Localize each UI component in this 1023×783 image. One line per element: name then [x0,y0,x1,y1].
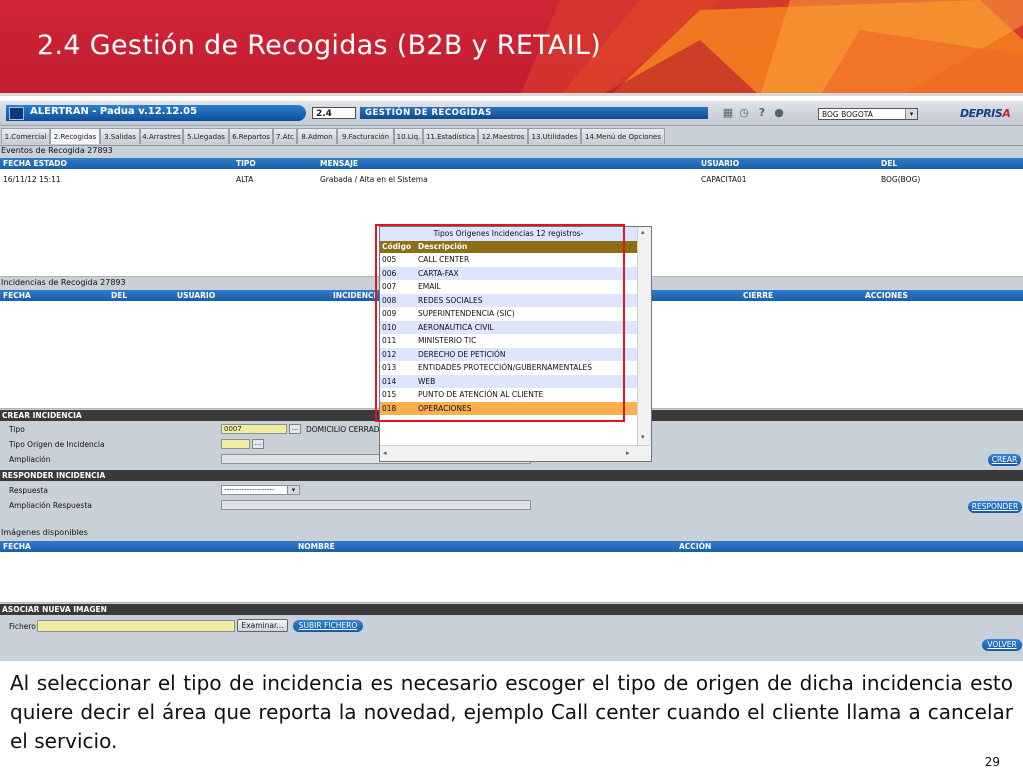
slide-header: 2.4 Gestión de Recogidas (B2B y RETAIL) [0,0,1023,96]
respuesta-select-value: -------------------- [224,486,275,494]
column-header: FECHA ESTADO [3,159,67,168]
scroll-right-icon[interactable]: ▸ [626,449,630,457]
eventos-table-header: FECHA ESTADO TIPO MENSAJE USUARIO DEL [0,158,1023,169]
imagenes-label: Imágenes disponibles [1,528,88,537]
tipo-input[interactable]: 0007 [221,424,287,434]
column-header: NOMBRE [298,542,335,551]
responder-button[interactable]: RESPONDER [968,501,1022,513]
section-title: CREAR INCIDENCIA [2,411,82,420]
module-tabs: 1.Comercial 2.Recogidas 3.Salidas 4.Arra… [0,126,1023,146]
tab-recogidas[interactable]: 2.Recogidas [50,128,100,144]
tab-liq[interactable]: 10.Liq. [394,128,423,144]
respuesta-select[interactable]: -------------------- ▾ [221,485,300,495]
fichero-input[interactable] [37,620,235,632]
section-title: RESPONDER INCIDENCIA [2,471,106,480]
examinar-button[interactable]: Examinar... [237,619,288,632]
tab-menu-opciones[interactable]: 14.Menú de Opciones [581,128,665,144]
ampliacion-respuesta-label: Ampliación Respuesta [9,501,92,510]
column-header: DEL [111,291,128,300]
screen-title: GESTIÓN DE RECOGIDAS [360,107,708,119]
tab-estadistica[interactable]: 11.Estadística [423,128,478,144]
tab-admon[interactable]: 8.Admon [297,128,337,144]
crear-button[interactable]: CREAR [988,454,1021,466]
tipo-origen-input[interactable] [221,439,250,449]
horizontal-scrollbar[interactable]: ◂ ▸ [380,445,650,461]
tab-arrastres[interactable]: 4.Arrastres [140,128,183,144]
screen-code-field[interactable]: 2.4 [312,107,356,119]
brand-logo-accent: A [1002,107,1011,120]
tab-maestros[interactable]: 12.Maestros [478,128,528,144]
highlight-outline [375,224,625,422]
ampliacion-respuesta-input[interactable] [221,500,531,510]
asociar-imagen-header: ASOCIAR NUEVA IMAGEN [0,604,1023,615]
column-header: MENSAJE [320,159,358,168]
subir-fichero-button[interactable]: SUBIR FICHERO [293,620,363,632]
calendar-icon[interactable]: ▦ [722,107,734,119]
eventos-label: Eventos de Recogida 27893 [1,146,113,155]
user-icon[interactable]: ● [773,107,785,119]
app-name: ALERTRAN - Padua v.12.12.05 [30,106,198,117]
row-fecha: 16/11/12 15:11 [3,175,61,184]
tab-repartos[interactable]: 6.Repartos [229,128,273,144]
row-mensaje: Grabada / Alta en el Sistema [320,175,428,184]
section-title: ASOCIAR NUEVA IMAGEN [2,605,107,614]
scroll-up-icon[interactable]: ▴ [641,228,645,236]
tab-llegadas[interactable]: 5.Llegadas [183,128,229,144]
chevron-down-icon: ▾ [905,109,917,119]
incidencias-label: Incidencias de Recogida 27893 [1,278,126,287]
brand-logo: DEPRISA [960,107,1011,120]
app-titlebar: ALERTRAN - Padua v.12.12.05 2.4 GESTIÓN … [0,101,1023,126]
slide-title: 2.4 Gestión de Recogidas (B2B y RETAIL) [37,30,602,61]
column-header: USUARIO [701,159,740,168]
scroll-left-icon[interactable]: ◂ [383,449,387,457]
column-header: FECHA [3,542,31,551]
column-header: DEL [881,159,898,168]
ampliacion-label: Ampliación [9,455,51,464]
clock-icon[interactable]: ◷ [738,107,750,119]
column-header: ACCIÓN [679,542,712,551]
column-header: INCIDENCI [333,291,377,300]
imagenes-table-body [0,552,1023,603]
tipo-description: DOMICILIO CERRAD [306,425,380,434]
column-header: USUARIO [177,291,216,300]
responder-incidencia-header: RESPONDER INCIDENCIA [0,470,1023,481]
app-logo-icon [9,107,24,120]
tab-facturacion[interactable]: 9.Facturación [337,128,394,144]
city-select-value: BOG BOGOTA [822,110,873,119]
help-icon[interactable]: ? [756,107,768,119]
header-divider [0,93,1023,96]
tipo-label: Tipo [9,425,25,434]
row-del: BOG(BOG) [881,175,921,184]
respuesta-label: Respuesta [9,486,48,495]
app-window: ALERTRAN - Padua v.12.12.05 2.4 GESTIÓN … [0,101,1023,661]
volver-button[interactable]: VOLVER [982,639,1022,651]
row-usuario: CAPACITA01 [701,175,747,184]
tipo-origen-browse-button[interactable]: ... [252,439,264,449]
row-tipo: ALTA [236,175,254,184]
tipo-browse-button[interactable]: ... [289,424,301,434]
page-number: 29 [984,755,1000,769]
column-header: FECHA [3,291,31,300]
city-select[interactable]: BOG BOGOTA ▾ [818,108,918,120]
column-header: TIPO [236,159,256,168]
column-header: ACCIONES [865,291,908,300]
slide-caption: Al seleccionar el tipo de incidencia es … [10,671,1013,753]
fichero-label: Fichero [9,622,36,631]
vertical-scrollbar[interactable]: ▴ ▾ [637,227,651,445]
column-header: CIERRE [743,291,774,300]
imagenes-table-header: FECHA NOMBRE ACCIÓN [0,541,1023,552]
tab-atc[interactable]: 7.Atc [273,128,297,144]
tab-comercial[interactable]: 1.Comercial [1,128,50,144]
scroll-down-icon[interactable]: ▾ [641,433,645,441]
tipo-origen-label: Tipo Origen de Incidencia [9,440,105,449]
brand-logo-main: DEPRIS [960,107,1003,120]
tab-utilidades[interactable]: 13.Utilidades [528,128,581,144]
tab-salidas[interactable]: 3.Salidas [100,128,140,144]
chevron-down-icon: ▾ [287,486,299,494]
